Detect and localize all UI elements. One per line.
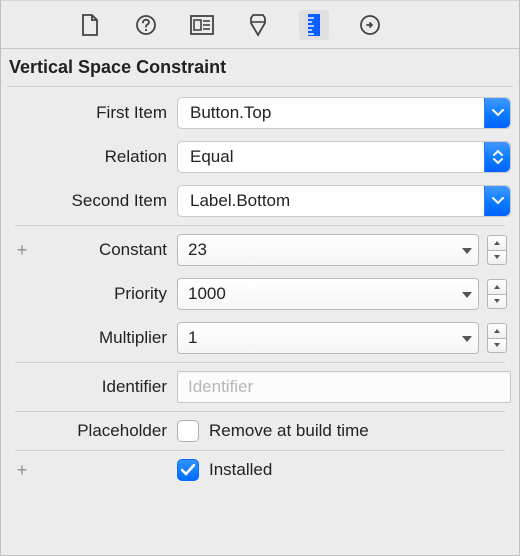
multiplier-field[interactable]: 1 xyxy=(177,322,479,354)
first-item-popup[interactable]: Button.Top xyxy=(177,97,511,129)
label-constant: Constant xyxy=(39,240,173,260)
constant-value: 23 xyxy=(188,240,207,260)
chevron-down-icon xyxy=(484,186,510,216)
label-multiplier: Multiplier xyxy=(39,328,173,348)
inspector-toolbar xyxy=(1,1,519,49)
separator xyxy=(15,411,505,412)
label-first-item: First Item xyxy=(39,103,173,123)
separator xyxy=(15,362,505,363)
row-constant: + Constant 23 xyxy=(9,228,511,272)
help-inspector-tab[interactable] xyxy=(131,10,161,40)
attributes-inspector-tab[interactable] xyxy=(243,10,273,40)
identity-icon xyxy=(190,15,214,35)
row-relation: Relation Equal xyxy=(9,135,511,179)
constant-stepper[interactable] xyxy=(487,235,507,265)
label-relation: Relation xyxy=(39,147,173,167)
caret-down-icon xyxy=(462,328,472,348)
updown-icon xyxy=(484,142,510,172)
add-constant-button[interactable]: + xyxy=(9,240,35,261)
caret-down-icon xyxy=(462,284,472,304)
label-second-item: Second Item xyxy=(39,191,173,211)
label-identifier: Identifier xyxy=(39,377,173,397)
second-item-value: Label.Bottom xyxy=(190,191,290,211)
label-priority: Priority xyxy=(39,284,173,304)
second-item-popup[interactable]: Label.Bottom xyxy=(177,185,511,217)
row-installed: + Installed xyxy=(9,453,511,487)
row-placeholder: Placeholder Remove at build time xyxy=(9,414,511,448)
priority-stepper[interactable] xyxy=(487,279,507,309)
separator xyxy=(15,450,505,451)
multiplier-stepper[interactable] xyxy=(487,323,507,353)
separator xyxy=(15,225,505,226)
help-icon xyxy=(135,14,157,36)
caret-down-icon xyxy=(462,240,472,260)
priority-value: 1000 xyxy=(188,284,226,304)
section-title: Vertical Space Constraint xyxy=(1,49,519,84)
row-priority: Priority 1000 xyxy=(9,272,511,316)
installed-label: Installed xyxy=(209,460,272,480)
first-item-value: Button.Top xyxy=(190,103,271,123)
row-second-item: Second Item Label.Bottom xyxy=(9,179,511,223)
multiplier-value: 1 xyxy=(188,328,197,348)
identifier-input[interactable] xyxy=(177,371,511,403)
remove-at-build-time-label: Remove at build time xyxy=(209,421,369,441)
ruler-icon xyxy=(307,13,321,37)
remove-at-build-time-checkbox[interactable] xyxy=(177,420,199,442)
installed-checkbox[interactable] xyxy=(177,459,199,481)
inspector-panel: Vertical Space Constraint First Item But… xyxy=(0,0,520,556)
file-inspector-tab[interactable] xyxy=(75,10,105,40)
constraint-form: First Item Button.Top Relation Equal xyxy=(1,87,519,487)
stepper-down-icon[interactable] xyxy=(487,294,507,310)
connections-icon xyxy=(358,13,382,37)
row-multiplier: Multiplier 1 xyxy=(9,316,511,360)
constant-field[interactable]: 23 xyxy=(177,234,479,266)
stepper-down-icon[interactable] xyxy=(487,338,507,354)
stepper-up-icon[interactable] xyxy=(487,279,507,294)
file-icon xyxy=(81,14,99,36)
stepper-up-icon[interactable] xyxy=(487,235,507,250)
row-identifier: Identifier xyxy=(9,365,511,409)
add-installed-button[interactable]: + xyxy=(9,460,35,481)
relation-popup[interactable]: Equal xyxy=(177,141,511,173)
label-placeholder: Placeholder xyxy=(39,421,173,441)
connections-inspector-tab[interactable] xyxy=(355,10,385,40)
stepper-down-icon[interactable] xyxy=(487,250,507,266)
relation-value: Equal xyxy=(190,147,233,167)
size-inspector-tab[interactable] xyxy=(299,10,329,40)
priority-field[interactable]: 1000 xyxy=(177,278,479,310)
stepper-up-icon[interactable] xyxy=(487,323,507,338)
row-first-item: First Item Button.Top xyxy=(9,91,511,135)
attributes-icon xyxy=(247,13,269,37)
identity-inspector-tab[interactable] xyxy=(187,10,217,40)
chevron-down-icon xyxy=(484,98,510,128)
